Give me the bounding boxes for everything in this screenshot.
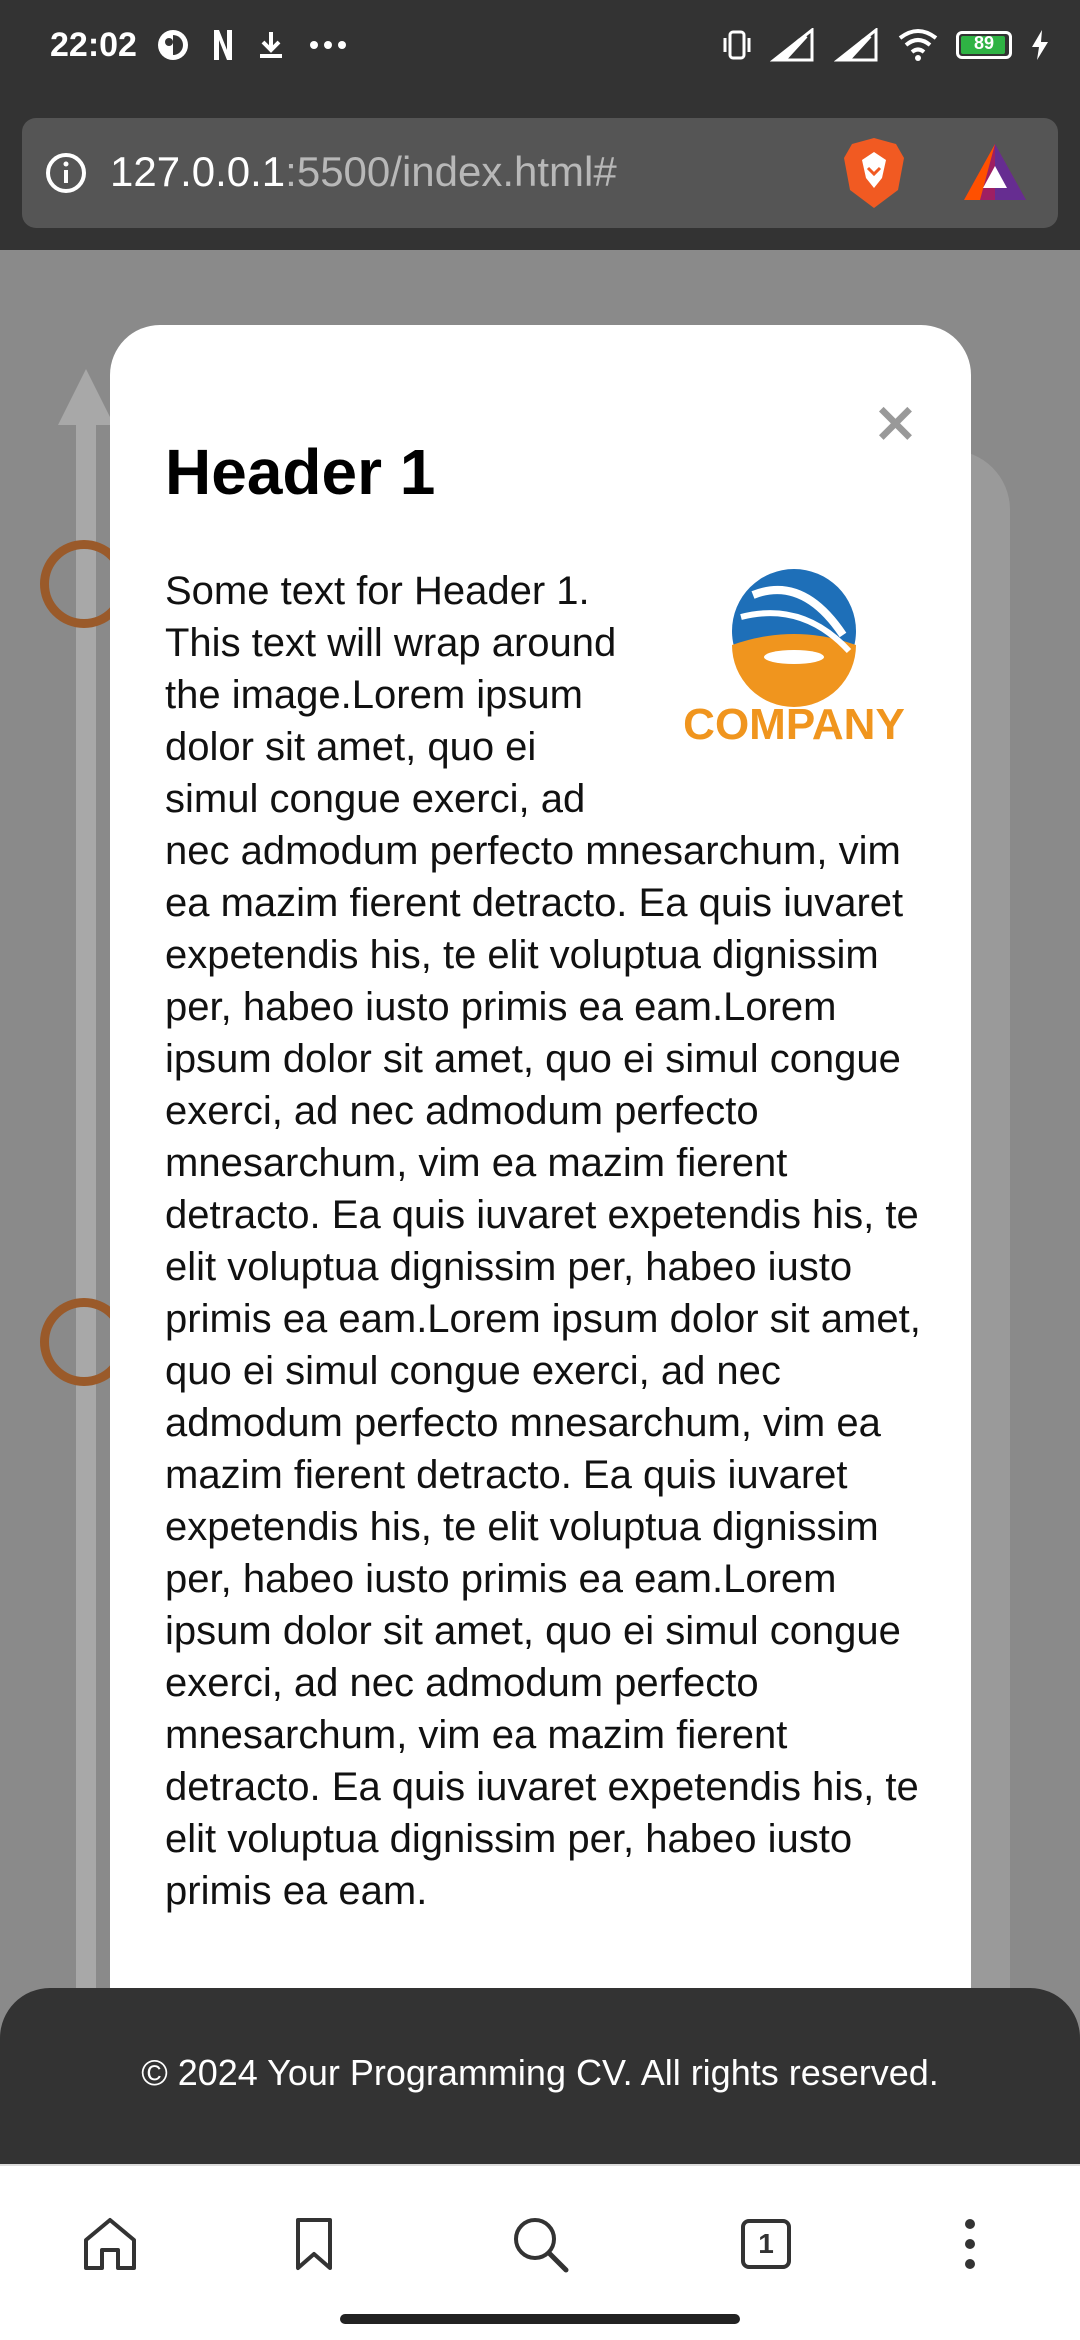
timeline-arrow xyxy=(58,369,114,425)
status-time: 22:02 xyxy=(50,26,137,64)
url-text[interactable]: 127.0.0.1:5500/index.html# xyxy=(110,148,617,196)
browser-bottom-nav: 1 xyxy=(0,2164,1080,2340)
home-icon xyxy=(84,2218,136,2270)
home-button[interactable] xyxy=(70,2204,150,2284)
close-button[interactable]: × xyxy=(872,395,919,451)
menu-button[interactable] xyxy=(930,2204,1010,2284)
address-bar[interactable]: 127.0.0.1:5500/index.html# xyxy=(22,118,1058,228)
page-footer: © 2024 Your Programming CV. All rights r… xyxy=(0,1988,1080,2164)
brave-shields-icon[interactable] xyxy=(838,134,910,212)
more-dots-icon xyxy=(310,41,346,49)
search-button[interactable] xyxy=(500,2204,580,2284)
search-icon xyxy=(514,2218,569,2273)
gesture-home-indicator[interactable] xyxy=(340,2314,740,2324)
tabs-button[interactable]: 1 xyxy=(726,2204,806,2284)
battery-level: 89 xyxy=(973,33,995,53)
signal-2-icon xyxy=(834,28,878,62)
system-icons: 89 xyxy=(722,28,1050,62)
bookmark-button[interactable] xyxy=(274,2204,354,2284)
camera-app-icon xyxy=(158,30,188,60)
notification-icons xyxy=(156,28,348,62)
n-app-icon xyxy=(214,30,232,60)
logo-text: COMPANY xyxy=(683,700,905,749)
battery-icon: 89 xyxy=(956,31,1012,59)
modal-body: COMPANY Some text for Header 1. This tex… xyxy=(165,565,925,1917)
vibrate-icon xyxy=(723,30,751,60)
download-icon xyxy=(260,32,282,58)
status-bar: 22:02 89 xyxy=(0,0,1080,100)
tab-count: 1 xyxy=(758,2228,774,2259)
wifi-icon xyxy=(898,29,938,61)
charging-icon xyxy=(1032,30,1048,60)
modal-body-text: Some text for Header 1. This text will w… xyxy=(165,569,921,1913)
timeline-line xyxy=(76,420,96,1990)
brave-rewards-icon[interactable] xyxy=(960,140,1030,206)
url-path: :5500/index.html# xyxy=(285,148,617,195)
info-icon[interactable] xyxy=(44,151,88,195)
url-host: 127.0.0.1 xyxy=(110,148,286,195)
footer-text: © 2024 Your Programming CV. All rights r… xyxy=(141,2052,939,2093)
modal-dialog: × Header 1 COMPANY Some text for Header … xyxy=(110,325,971,1990)
signal-1-icon xyxy=(770,28,814,62)
bookmark-icon xyxy=(296,2218,332,2270)
browser-toolbar: 127.0.0.1:5500/index.html# xyxy=(0,100,1080,250)
company-logo: COMPANY xyxy=(683,569,905,749)
tabs-icon: 1 xyxy=(741,2219,791,2269)
modal-title: Header 1 xyxy=(165,436,436,508)
menu-icon xyxy=(965,2219,975,2269)
